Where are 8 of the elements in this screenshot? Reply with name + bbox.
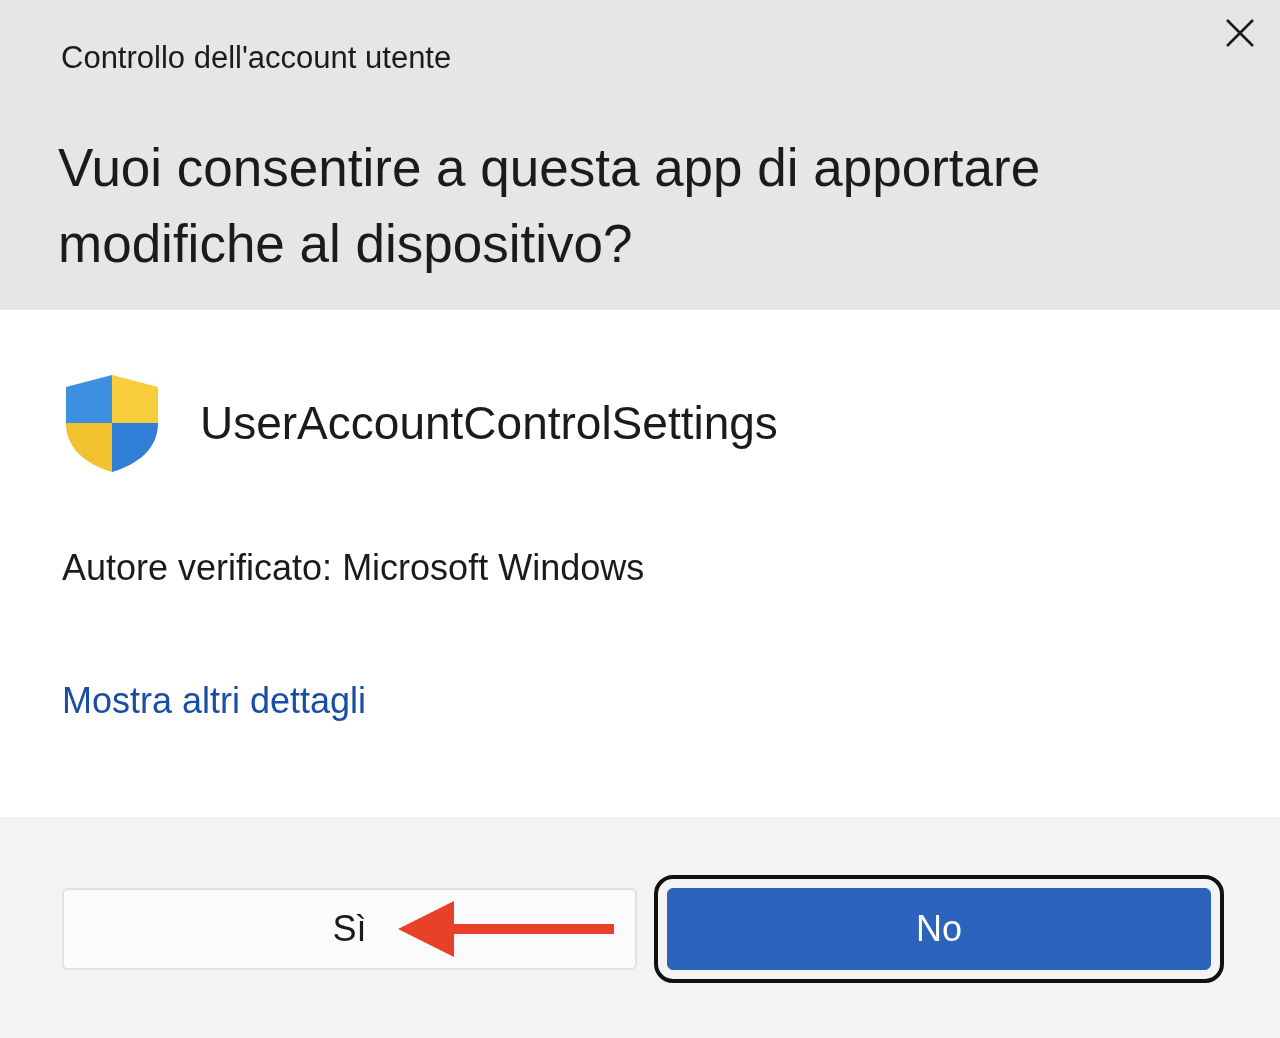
details-link[interactable]: Mostra altri dettagli	[62, 679, 367, 723]
close-button[interactable]	[1225, 18, 1255, 48]
window-title: Controllo dell'account utente	[61, 39, 453, 77]
close-icon	[1225, 18, 1255, 48]
yes-button[interactable]: Sì	[62, 888, 637, 970]
publisher-text: Autore verificato: Microsoft Windows	[62, 546, 646, 590]
app-name: UserAccountControlSettings	[200, 396, 778, 450]
dialog-question: Vuoi consentire a questa app di apportare modifiche al dispositivo?	[58, 137, 1042, 275]
